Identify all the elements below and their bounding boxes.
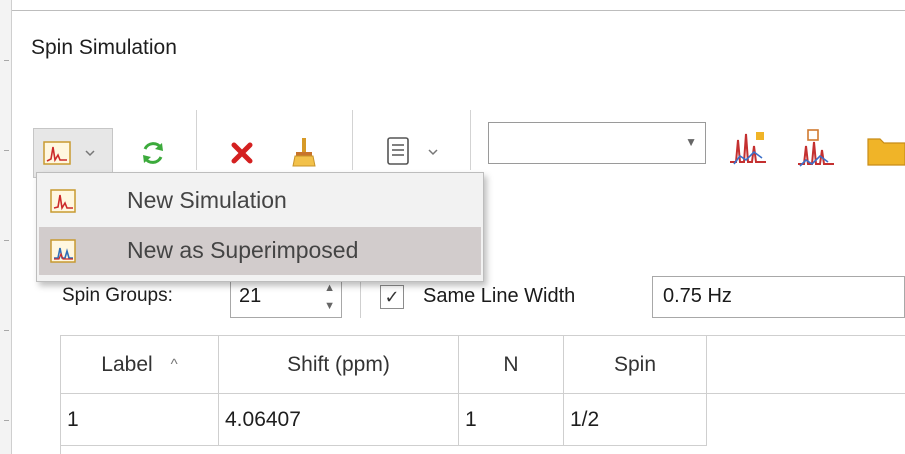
refresh-button[interactable] — [133, 133, 173, 173]
document-icon — [387, 137, 438, 165]
close-icon — [231, 142, 253, 164]
spectrum-icon — [43, 141, 95, 165]
simulation-combo[interactable]: ▼ — [488, 122, 706, 164]
refresh-icon — [143, 142, 163, 164]
same-line-width-label: Same Line Width — [423, 285, 576, 307]
column-header-text: Spin — [613, 352, 657, 376]
spin-groups-value: 21 — [239, 285, 262, 307]
column-header-label[interactable]: Label ^ — [61, 336, 219, 394]
column-header-spin[interactable]: Spin — [564, 336, 707, 394]
chevron-down-icon: ▼ — [685, 135, 697, 149]
folder-icon — [867, 138, 905, 166]
chevron-down-icon[interactable]: ▼ — [324, 297, 335, 315]
broom-icon — [292, 138, 316, 167]
menu-item-new-as-superimposed[interactable]: New as Superimposed — [39, 227, 481, 275]
column-header-text: Shift (ppm) — [287, 352, 390, 376]
spin-groups-table: Label ^ Shift (ppm) N Spin 1 4.06407 1 1… — [60, 335, 905, 454]
table-cell-n[interactable]: 1 — [459, 394, 564, 446]
spectrum-peaks-icon — [730, 132, 766, 165]
menu-item-label: New as Superimposed — [127, 237, 359, 263]
multiplet-icon — [798, 129, 834, 167]
table-cell-shift[interactable]: 4.06407 — [219, 394, 459, 446]
left-docking-edge — [0, 0, 12, 454]
open-folder-button[interactable] — [860, 126, 905, 172]
table-cell-label[interactable]: 1 — [61, 394, 219, 446]
menu-item-label: New Simulation — [127, 187, 287, 213]
superimposed-spectrum-icon — [50, 239, 76, 263]
column-header-text: N — [503, 352, 519, 376]
column-header-empty — [707, 336, 905, 394]
column-header-n[interactable]: N — [459, 336, 564, 394]
menu-item-new-simulation[interactable]: New Simulation — [39, 177, 481, 225]
spectrum-display-button[interactable] — [724, 124, 772, 172]
edge-tick — [4, 240, 9, 241]
stepper-arrows[interactable]: ▲ ▼ — [324, 279, 335, 315]
edge-tick — [4, 150, 9, 151]
edge-tick — [4, 420, 9, 421]
same-line-width-checkbox[interactable]: ✓ — [380, 285, 404, 309]
sort-ascending-icon: ^ — [170, 356, 178, 373]
new-simulation-dropdown-menu: New Simulation New as Superimposed — [36, 172, 484, 282]
toolbar-separator — [470, 110, 471, 170]
spin-groups-label: Spin Groups: — [62, 285, 173, 306]
column-header-shift[interactable]: Shift (ppm) — [219, 336, 459, 394]
toolbar-separator — [196, 110, 197, 170]
report-dropdown-button[interactable] — [372, 130, 452, 174]
line-width-value: 0.75 Hz — [663, 285, 732, 307]
edge-tick — [4, 60, 9, 61]
clear-button[interactable] — [284, 131, 324, 173]
spectrum-icon — [50, 189, 76, 213]
edge-tick — [4, 330, 9, 331]
line-width-field[interactable]: 0.75 Hz — [652, 276, 905, 318]
spin-groups-stepper[interactable]: 21 ▲ ▼ — [230, 276, 342, 318]
column-header-text: Label — [101, 352, 153, 376]
toolbar-separator — [352, 110, 353, 170]
spectrum-overlay-button[interactable] — [792, 124, 840, 172]
panel-top-border — [12, 10, 905, 11]
row-separator — [360, 276, 361, 318]
panel-title: Spin Simulation — [31, 36, 177, 59]
delete-button[interactable] — [222, 133, 262, 173]
table-cell-spin[interactable]: 1/2 — [564, 394, 707, 446]
new-simulation-split-button[interactable] — [33, 128, 113, 178]
